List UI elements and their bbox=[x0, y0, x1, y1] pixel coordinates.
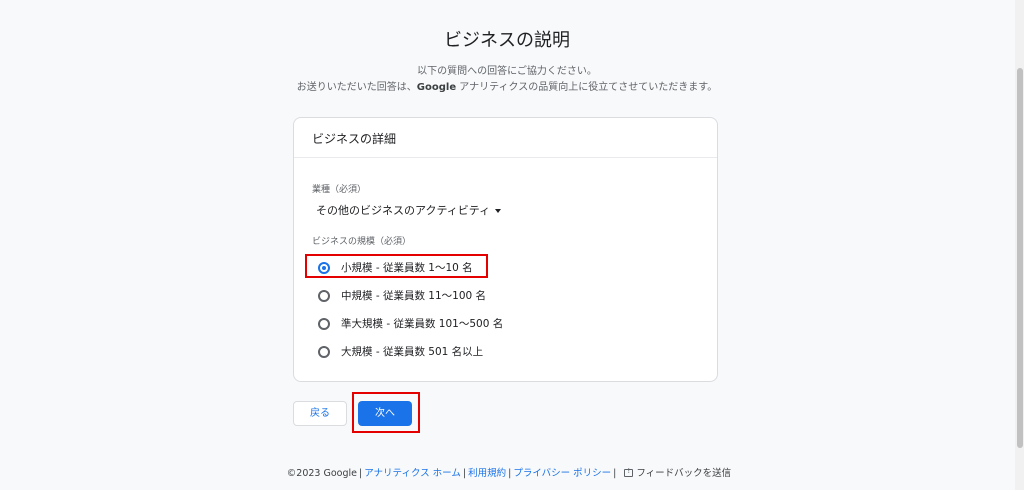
size-option-label: 大規模 - 従業員数 501 名以上 bbox=[341, 346, 484, 358]
industry-dropdown-value: その他のビジネスのアクティビティ bbox=[316, 204, 491, 217]
footer-separator: | bbox=[462, 468, 467, 479]
scrollbar-thumb[interactable] bbox=[1017, 68, 1023, 448]
size-option-semi-large[interactable]: 準大規模 - 従業員数 101〜500 名 bbox=[318, 316, 503, 331]
footer-link-terms[interactable]: 利用規約 bbox=[468, 468, 506, 479]
business-details-card: ビジネスの詳細 業種（必須） その他のビジネスのアクティビティ ビジネスの規模（… bbox=[293, 117, 718, 382]
footer-separator: | bbox=[359, 468, 363, 479]
industry-dropdown[interactable]: その他のビジネスのアクティビティ bbox=[316, 202, 502, 218]
industry-label: 業種（必須） bbox=[312, 185, 367, 195]
radio-button[interactable] bbox=[318, 317, 330, 330]
subtitle-line-1: 以下の質問への回答にご協力ください。 bbox=[417, 66, 597, 77]
size-option-medium[interactable]: 中規模 - 従業員数 11〜100 名 bbox=[318, 288, 486, 303]
footer-link-privacy[interactable]: プライバシー ポリシー bbox=[513, 468, 611, 479]
feedback-icon[interactable] bbox=[624, 467, 634, 477]
highlight-box-small-option bbox=[305, 254, 488, 278]
page-title: ビジネスの説明 bbox=[444, 30, 570, 51]
subtitle-line-2: お送りいただいた回答は、Google アナリティクスの品質向上に役立てさせていた… bbox=[0, 80, 1014, 96]
footer-link-analytics-home[interactable]: アナリティクス ホーム bbox=[364, 468, 461, 479]
radio-button[interactable] bbox=[318, 345, 330, 358]
footer-separator: | bbox=[613, 468, 617, 479]
caret-down-icon bbox=[495, 208, 502, 213]
scrollbar[interactable] bbox=[1015, 0, 1024, 490]
footer-separator: | bbox=[508, 468, 512, 479]
footer: ©2023 Google | アナリティクス ホーム | 利用規約 | プライバシー ポリシ… bbox=[0, 465, 1018, 479]
card-header: ビジネスの詳細 bbox=[294, 118, 717, 158]
radio-button[interactable] bbox=[318, 289, 330, 302]
back-button[interactable]: 戻る bbox=[293, 401, 347, 426]
page-subtitle: 以下の質問への回答にご協力ください。 お送りいただいた回答は、Google アナ… bbox=[0, 64, 1014, 96]
size-option-label: 中規模 - 従業員数 11〜100 名 bbox=[341, 290, 487, 302]
footer-feedback-link[interactable]: フィードバックを送信 bbox=[636, 468, 731, 479]
highlight-box-next-button bbox=[352, 392, 420, 433]
subtitle-brand: Google bbox=[416, 82, 457, 93]
size-option-large[interactable]: 大規模 - 従業員数 501 名以上 bbox=[318, 344, 483, 359]
subtitle-line-2-post: アナリティクスの品質向上に役立てさせていただきます。 bbox=[456, 82, 718, 93]
subtitle-line-2-pre: お送りいただいた回答は、 bbox=[296, 82, 417, 93]
business-size-label: ビジネスの規模（必須） bbox=[312, 237, 412, 247]
size-option-label: 準大規模 - 従業員数 101〜500 名 bbox=[341, 318, 504, 330]
footer-copyright: ©2023 Google bbox=[286, 468, 357, 479]
